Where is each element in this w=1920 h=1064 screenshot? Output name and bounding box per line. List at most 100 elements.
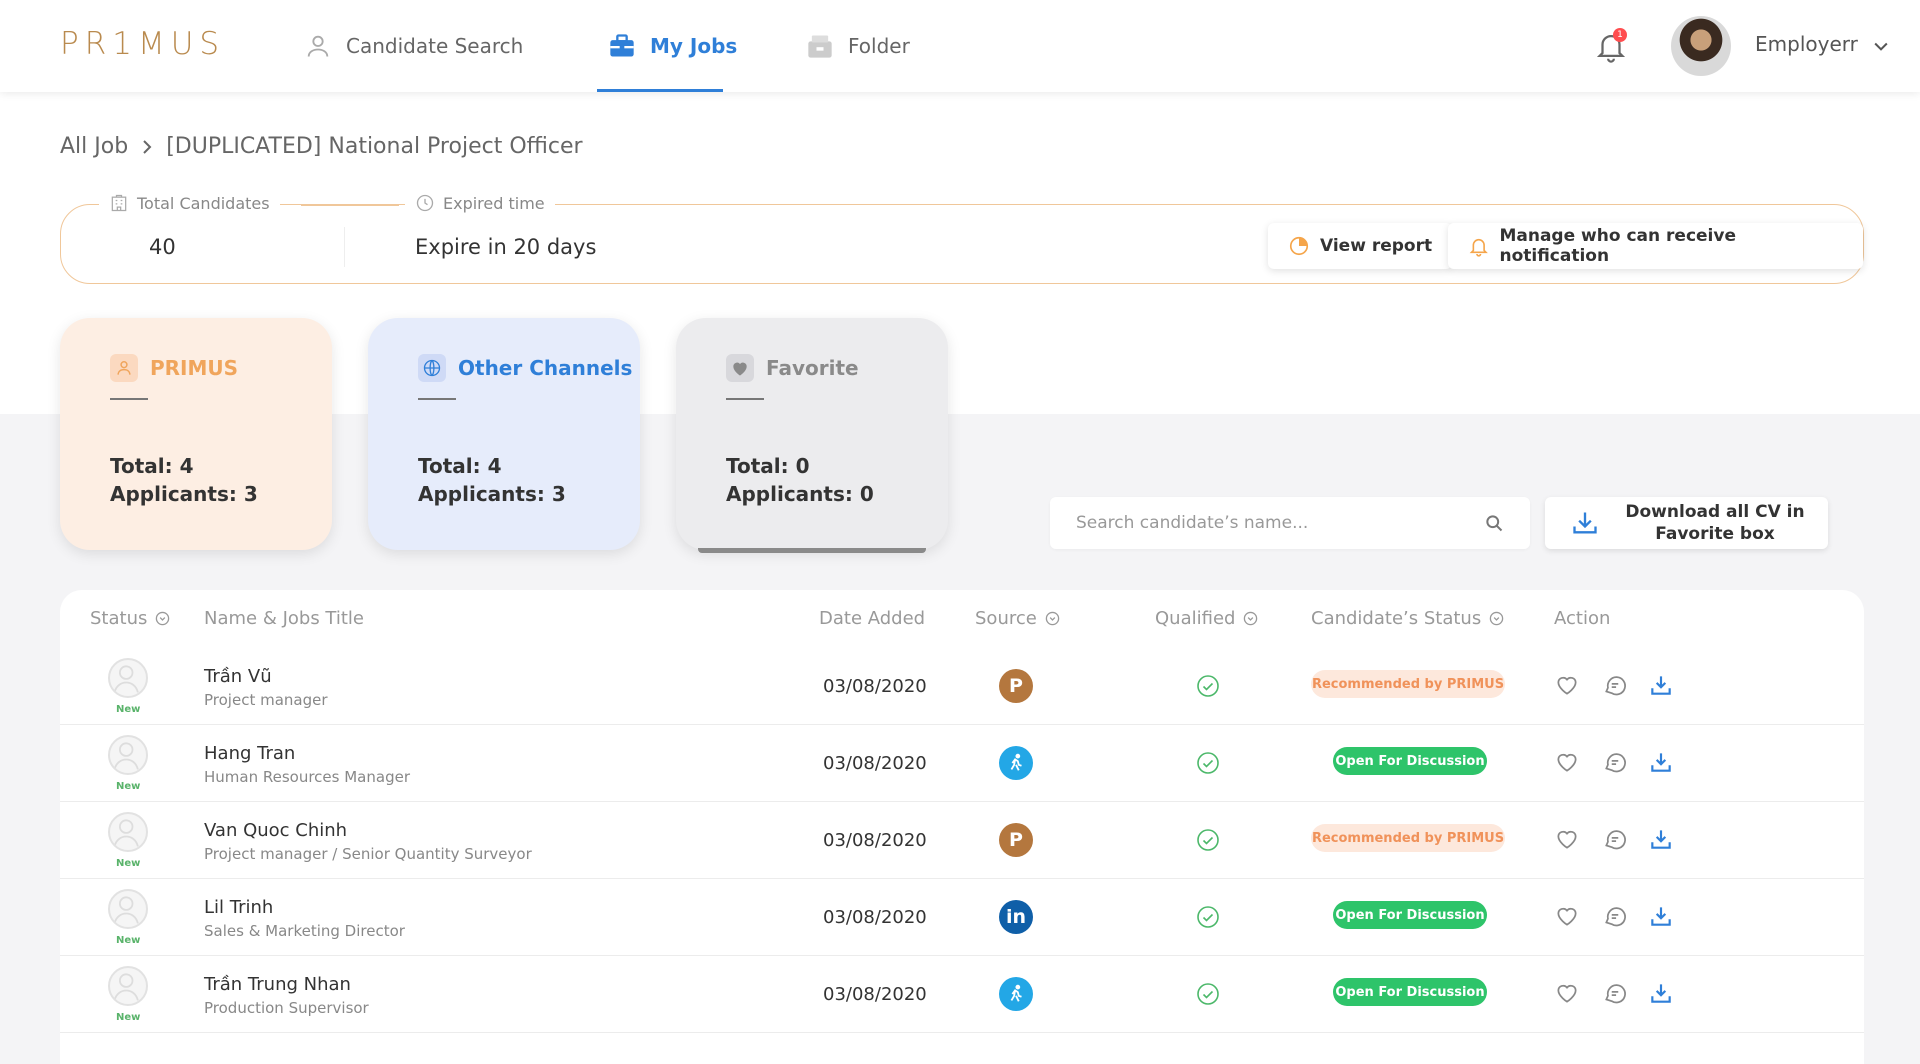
candidate-job-title: Human Resources Manager	[204, 768, 410, 786]
chat-icon[interactable]	[1602, 672, 1628, 698]
folder-icon	[808, 35, 832, 58]
expired-time-label: Expired time	[405, 193, 555, 213]
top-header: PR1MUS Candidate Search My Jobs Folder 1…	[0, 0, 1920, 92]
column-header-status[interactable]: Status	[90, 608, 170, 629]
status-badge: New	[116, 1012, 141, 1023]
primus-icon: P	[999, 823, 1033, 857]
chevron-circle-icon	[1489, 611, 1504, 626]
manage-notification-button[interactable]: Manage who can receive notification	[1448, 223, 1863, 269]
date-added: 03/08/2020	[823, 830, 927, 851]
globe-icon	[418, 354, 446, 382]
candidate-name[interactable]: Van Quoc Chinh	[204, 820, 347, 841]
candidates-table: Status Name & Jobs Title Date Added Sour…	[60, 590, 1864, 1064]
primus-logo[interactable]: PR1MUS	[60, 26, 225, 62]
check-circle-icon	[1197, 829, 1219, 851]
chevron-circle-icon	[156, 611, 170, 626]
download-icon[interactable]	[1648, 672, 1674, 698]
table-row[interactable]: New Lil Trinh Sales & Marketing Director…	[60, 879, 1864, 956]
search-icon[interactable]	[1484, 513, 1504, 533]
channel-card-primus[interactable]: PRIMUS Total: 4 Applicants: 3	[60, 318, 332, 550]
people-icon	[110, 354, 138, 382]
status-badge: New	[116, 704, 141, 715]
table-row[interactable]: New Trần Trung Nhan Production Superviso…	[60, 956, 1864, 1033]
nav-candidate-search[interactable]: Candidate Search	[304, 26, 523, 66]
avatar	[108, 812, 148, 852]
candidate-status-pill: Open For Discussion	[1333, 978, 1487, 1006]
chevron-down-icon[interactable]	[1871, 36, 1891, 56]
briefcase-icon	[610, 34, 634, 57]
favorite-card-active-indicator	[698, 548, 926, 553]
nav-folder[interactable]: Folder	[806, 26, 910, 66]
expired-time-value: Expire in 20 days	[415, 235, 597, 259]
user-name[interactable]: Employerr	[1755, 32, 1858, 56]
candidate-name[interactable]: Hang Tran	[204, 743, 295, 764]
candidate-job-title: Project manager	[204, 691, 328, 709]
heart-outline-icon[interactable]	[1554, 903, 1580, 929]
candidate-search-input[interactable]	[1050, 497, 1530, 549]
bell-outline-icon	[1469, 239, 1488, 257]
channel-card-title: Favorite	[766, 356, 859, 380]
channel-card-applicants: Applicants: 0	[726, 482, 874, 506]
download-icon[interactable]	[1648, 980, 1674, 1006]
candidate-name[interactable]: Trần Trung Nhan	[204, 974, 351, 995]
heart-outline-icon[interactable]	[1554, 826, 1580, 852]
check-circle-icon	[1197, 675, 1219, 697]
nav-candidate-search-label: Candidate Search	[346, 34, 524, 58]
info-divider	[344, 227, 345, 267]
candidate-name[interactable]: Trần Vũ	[204, 666, 272, 687]
nav-my-jobs-label: My Jobs	[650, 34, 738, 58]
heart-outline-icon[interactable]	[1554, 749, 1580, 775]
date-added: 03/08/2020	[823, 907, 927, 928]
candidate-job-title: Production Supervisor	[204, 999, 369, 1017]
channel-card-other[interactable]: Other Channels Total: 4 Applicants: 3	[368, 318, 640, 550]
clock-icon	[416, 194, 434, 212]
heart-outline-icon[interactable]	[1554, 672, 1580, 698]
date-added: 03/08/2020	[823, 984, 927, 1005]
candidate-status-pill: Open For Discussion	[1333, 747, 1487, 775]
candidate-job-title: Sales & Marketing Director	[204, 922, 405, 940]
download-icon[interactable]	[1648, 749, 1674, 775]
heart-outline-icon[interactable]	[1554, 980, 1580, 1006]
channel-card-applicants: Applicants: 3	[418, 482, 566, 506]
table-row[interactable]: New Van Quoc Chinh Project manager / Sen…	[60, 802, 1864, 879]
candidate-status-pill: Recommended by PRIMUS	[1311, 824, 1505, 852]
avatar	[108, 889, 148, 929]
download-icon[interactable]	[1648, 903, 1674, 929]
check-circle-icon	[1197, 906, 1219, 928]
column-header-qualified[interactable]: Qualified	[1155, 608, 1258, 629]
nav-active-underline	[597, 89, 723, 92]
card-divider	[110, 398, 148, 400]
label-gap-line	[301, 204, 399, 206]
check-circle-icon	[1197, 752, 1219, 774]
avatar	[108, 658, 148, 698]
date-added: 03/08/2020	[823, 676, 927, 697]
card-divider	[726, 398, 764, 400]
download-icon[interactable]	[1648, 826, 1674, 852]
download-all-cv-button[interactable]: Download all CV in Favorite box	[1545, 497, 1828, 549]
column-header-source[interactable]: Source	[975, 608, 1060, 629]
table-row[interactable]: New Trần Vũ Project manager 03/08/2020 P…	[60, 648, 1864, 725]
chat-icon[interactable]	[1602, 749, 1628, 775]
channel-card-total: Total: 4	[110, 454, 194, 478]
column-header-candidate-status[interactable]: Candidate’s Status	[1311, 608, 1504, 629]
pie-chart-icon	[1289, 236, 1309, 256]
table-row[interactable]: New Hang Tran Human Resources Manager 03…	[60, 725, 1864, 802]
card-divider	[418, 398, 456, 400]
chat-icon[interactable]	[1602, 826, 1628, 852]
channel-card-title: PRIMUS	[150, 356, 239, 380]
candidate-status-pill: Recommended by PRIMUS	[1311, 670, 1505, 698]
breadcrumb-all-job[interactable]: All Job	[60, 134, 128, 159]
status-badge: New	[116, 858, 141, 869]
candidate-name[interactable]: Lil Trinh	[204, 897, 273, 918]
runner-icon	[999, 977, 1033, 1011]
channel-card-favorite[interactable]: Favorite Total: 0 Applicants: 0	[676, 318, 948, 550]
user-avatar[interactable]	[1671, 16, 1731, 76]
chat-icon[interactable]	[1602, 903, 1628, 929]
runner-icon	[999, 746, 1033, 780]
nav-folder-label: Folder	[848, 34, 910, 58]
candidate-status-pill: Open For Discussion	[1333, 901, 1487, 929]
candidate-job-title: Project manager / Senior Quantity Survey…	[204, 845, 532, 863]
view-report-button[interactable]: View report	[1268, 223, 1453, 269]
chat-icon[interactable]	[1602, 980, 1628, 1006]
nav-my-jobs[interactable]: My Jobs	[608, 26, 737, 66]
